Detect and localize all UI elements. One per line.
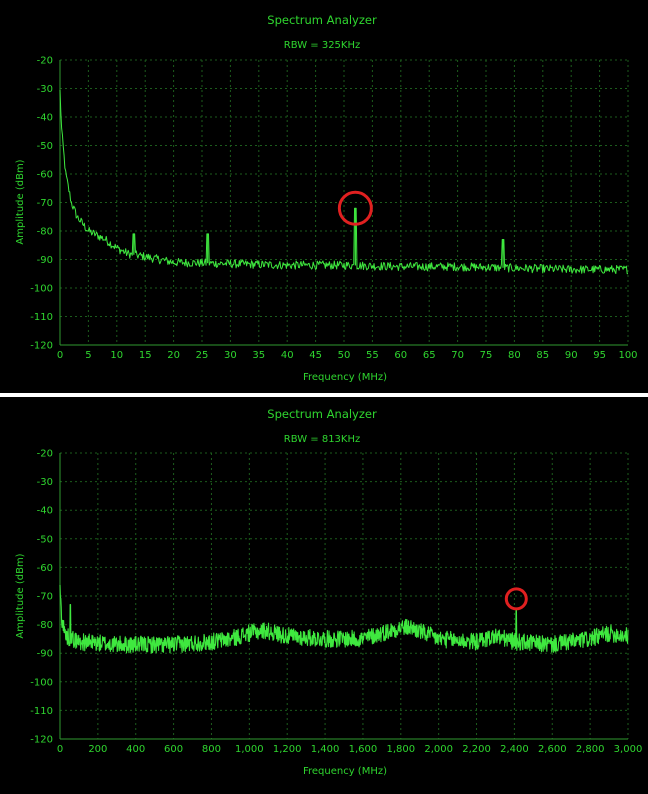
spectrum-chart-bottom: Spectrum Analyzer RBW = 813KHz Frequency…	[0, 397, 648, 794]
y-tick-label: -110	[30, 312, 53, 323]
y-axis-label: Amplitude (dBm)	[15, 553, 26, 638]
x-tick-label: 2,400	[500, 744, 529, 755]
y-axis-label: Amplitude (dBm)	[15, 159, 26, 244]
y-tick-label: -80	[37, 620, 53, 631]
y-tick-label: -120	[30, 341, 53, 352]
x-tick-label: 2,200	[462, 744, 491, 755]
x-tick-label: 15	[139, 350, 152, 361]
x-tick-label: 85	[536, 350, 549, 361]
x-tick-label: 2,800	[576, 744, 605, 755]
chart-title: Spectrum Analyzer	[267, 13, 377, 27]
x-tick-label: 200	[88, 744, 107, 755]
y-tick-label: -40	[37, 506, 53, 517]
y-tick-label: -40	[37, 113, 53, 124]
spectrum-chart-top: Spectrum Analyzer RBW = 325KHz Frequency…	[0, 0, 648, 393]
y-tick-label: -100	[30, 284, 53, 295]
chart-title: Spectrum Analyzer	[267, 407, 377, 421]
x-tick-label: 75	[480, 350, 493, 361]
x-tick-label: 1,800	[386, 744, 415, 755]
peak-marker-circle	[504, 587, 528, 611]
y-tick-label: -30	[37, 84, 53, 95]
y-tick-label: -80	[37, 227, 53, 238]
x-tick-label: 70	[451, 350, 464, 361]
x-axis-label: Frequency (MHz)	[303, 372, 387, 383]
x-tick-label: 35	[252, 350, 265, 361]
x-tick-label: 55	[366, 350, 379, 361]
y-tick-label: -20	[37, 449, 53, 460]
x-tick-label: 20	[167, 350, 180, 361]
x-tick-label: 40	[281, 350, 294, 361]
x-tick-label: 2,600	[538, 744, 567, 755]
x-tick-label: 1,000	[235, 744, 264, 755]
y-tick-label: -60	[37, 170, 53, 181]
x-axis-label: Frequency (MHz)	[303, 766, 387, 777]
x-tick-label: 2,000	[424, 744, 453, 755]
y-tick-label: -20	[37, 56, 53, 67]
y-tick-label: -50	[37, 141, 53, 152]
x-tick-label: 1,600	[349, 744, 378, 755]
chart-subtitle: RBW = 813KHz	[284, 434, 361, 445]
x-tick-label: 10	[110, 350, 123, 361]
x-tick-label: 95	[593, 350, 606, 361]
y-tick-label: -90	[37, 649, 53, 660]
y-tick-label: -30	[37, 477, 53, 488]
x-tick-label: 25	[196, 350, 209, 361]
x-tick-label: 90	[565, 350, 578, 361]
y-tick-label: -90	[37, 255, 53, 266]
y-tick-label: -60	[37, 563, 53, 574]
x-tick-label: 400	[126, 744, 145, 755]
chart-subtitle: RBW = 325KHz	[284, 40, 361, 51]
spectrum-chart-bottom-svg: Spectrum Analyzer RBW = 813KHz Frequency…	[15, 407, 643, 777]
x-tick-label: 45	[309, 350, 322, 361]
x-tick-label: 50	[338, 350, 351, 361]
spectrum-trace	[59, 584, 629, 654]
x-tick-label: 0	[57, 744, 63, 755]
x-tick-label: 60	[394, 350, 407, 361]
x-tick-label: 80	[508, 350, 521, 361]
x-tick-label: 1,200	[273, 744, 302, 755]
x-tick-label: 30	[224, 350, 237, 361]
x-tick-label: 100	[618, 350, 637, 361]
spectrum-chart-top-svg: Spectrum Analyzer RBW = 325KHz Frequency…	[15, 13, 638, 383]
x-tick-label: 0	[57, 350, 63, 361]
x-tick-label: 3,000	[614, 744, 643, 755]
x-tick-label: 65	[423, 350, 436, 361]
x-tick-label: 1,400	[311, 744, 340, 755]
y-tick-label: -100	[30, 677, 53, 688]
x-tick-label: 5	[85, 350, 91, 361]
y-tick-label: -70	[37, 198, 53, 209]
y-tick-label: -70	[37, 592, 53, 603]
y-tick-label: -110	[30, 706, 53, 717]
x-tick-label: 600	[164, 744, 183, 755]
y-tick-label: -120	[30, 735, 53, 746]
y-tick-label: -50	[37, 534, 53, 545]
x-tick-label: 800	[202, 744, 221, 755]
